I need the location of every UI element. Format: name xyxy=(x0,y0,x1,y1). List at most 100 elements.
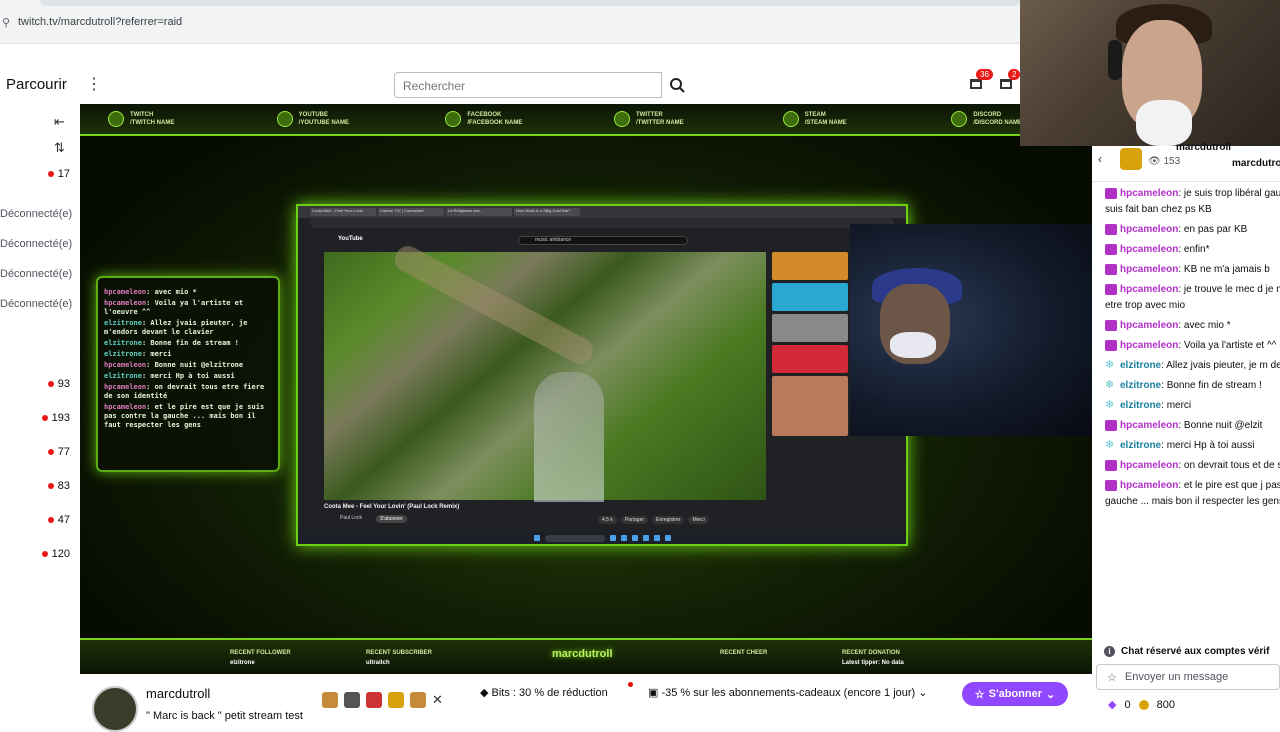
collapse-rail-icon[interactable]: ⇤ xyxy=(54,114,65,130)
captured-video-frame xyxy=(324,241,766,502)
snowflake-badge-icon: ❄ xyxy=(1105,398,1115,411)
recent-subscriber: RECENT SUBSCRIBER ultraitch xyxy=(366,650,433,666)
rail-channel-offline[interactable]: Déconnecté(e) xyxy=(0,298,78,310)
badge-icon xyxy=(1105,187,1117,199)
stream-title: " Marc is back " petit stream test xyxy=(146,710,303,722)
overlay-chat-line: hpcameleon: avec mio * xyxy=(104,288,197,296)
back-chevron-icon[interactable]: ‹ xyxy=(1098,152,1102,166)
captured-recommendations xyxy=(772,252,848,439)
rail-channel-offline[interactable]: Déconnecté(e) xyxy=(0,208,78,220)
trail-shape xyxy=(390,241,598,369)
gift-subs-promo-button[interactable]: ▣ -35 % sur les abonnements-cadeaux (enc… xyxy=(648,686,927,699)
channel-points[interactable]: ◆ 0 800 xyxy=(1108,698,1175,712)
points-coin-icon xyxy=(1138,699,1149,710)
chat-message: ❄ elzitrone: Allez jvais pieuter, je m de… xyxy=(1105,358,1280,371)
mask-shape xyxy=(890,332,936,358)
overlay-social: TWITTER/TWITTER NAME xyxy=(586,104,755,134)
video-player[interactable]: TWITCH/TWITCH NAME YOUTUBE/YOUTUBE NAME … xyxy=(80,104,1092,674)
notifications-badge: 2 xyxy=(1008,69,1021,80)
inbox-icon xyxy=(970,79,982,89)
more-menu-icon[interactable]: ⋮ xyxy=(86,74,102,94)
badge-icon xyxy=(1105,319,1117,331)
rec-thumb xyxy=(772,376,848,436)
overlay-social: FACEBOOK/FACEBOOK NAME xyxy=(417,104,586,134)
search-button[interactable] xyxy=(663,72,691,98)
inbox-button[interactable]: 36 xyxy=(968,69,993,92)
steam-icon xyxy=(782,111,799,127)
bits-promo-button[interactable]: ◆ Bits : 30 % de réduction xyxy=(480,682,633,699)
rail-channel[interactable]: 193 xyxy=(0,412,78,424)
promo-dot-icon xyxy=(628,682,633,687)
captured-youtube-header: YouTube music ambiance xyxy=(318,234,858,248)
snowflake-badge-icon: ❄ xyxy=(1105,438,1115,451)
chat-message-list[interactable]: hpcameleon: je suis trop libéral gauche,… xyxy=(1092,182,1280,642)
overlay-socials-bar: TWITCH/TWITCH NAME YOUTUBE/YOUTUBE NAME … xyxy=(80,104,1092,136)
streamer-webcam xyxy=(1020,0,1280,146)
facebook-icon xyxy=(445,111,462,127)
chat-badge-icon[interactable]: ☆ xyxy=(1107,671,1117,684)
twitch-top-nav: Parcourir ⋮ Rechercher 36 2 xyxy=(0,66,1021,104)
youtube-logo: YouTube xyxy=(338,236,363,242)
guest-webcam xyxy=(850,224,1092,436)
live-dot-icon xyxy=(47,517,54,523)
emote[interactable] xyxy=(410,692,426,708)
captured-taskbar xyxy=(298,532,906,544)
badge-icon xyxy=(1105,339,1117,351)
close-icon[interactable]: ✕ xyxy=(432,692,443,708)
rail-channel[interactable]: 83 xyxy=(0,480,78,492)
chat-message: ❄ elzitrone: merci Hp à toi aussi xyxy=(1105,438,1255,451)
chat-message: hpcameleon: avec mio * xyxy=(1105,318,1280,334)
emote[interactable] xyxy=(388,692,404,708)
overlay-social: TWITCH/TWITCH NAME xyxy=(80,104,249,134)
badge-icon xyxy=(1105,263,1117,275)
search-input[interactable]: Rechercher xyxy=(394,72,662,98)
rail-channel-offline[interactable]: Déconnecté(e) xyxy=(0,238,78,250)
site-info-icon[interactable]: ⚲ xyxy=(2,16,10,29)
snowflake-badge-icon: ❄ xyxy=(1105,378,1115,391)
captured-tab: How Much is a 9Big Gold Bar? xyxy=(514,208,580,216)
sort-icon[interactable]: ⇅ xyxy=(54,140,65,156)
overlay-chat-line: hpcameleon: Bonne nuit @elzitrone xyxy=(104,361,244,369)
channel-name[interactable]: marcdutroll xyxy=(146,686,210,701)
emote[interactable] xyxy=(322,692,338,708)
rail-channel[interactable]: 77 xyxy=(0,446,78,458)
rail-channel[interactable]: 120 xyxy=(0,548,78,560)
subscribe-button[interactable]: ☆ S'abonner ⌄ xyxy=(962,682,1068,706)
emote[interactable] xyxy=(344,692,360,708)
overlay-chat-line: hpcameleon: Voila ya l'artiste et l'oeuv… xyxy=(104,299,244,316)
overlay-chat-line: elzitrone: merci Hp à toi aussi xyxy=(104,372,235,380)
live-dot-icon xyxy=(47,449,54,455)
badge-icon xyxy=(1105,479,1117,491)
twitter-icon xyxy=(614,111,631,127)
gift-leaderboard-icon[interactable] xyxy=(1120,148,1142,170)
avatar[interactable] xyxy=(92,686,138,732)
chat-mode-notice: i Chat réservé aux comptes vérif xyxy=(1092,642,1280,660)
rail-channel-offline[interactable]: Déconnecté(e) xyxy=(0,268,78,280)
leaderboard-name: marcdutroll xyxy=(1232,158,1280,169)
chat-message: hpcameleon: je suis trop libéral gauche,… xyxy=(1105,187,1280,215)
chat-header: ‹ marcdutroll 👁 153 marcdutroll xyxy=(1092,142,1280,182)
waterfall-shape xyxy=(534,372,604,502)
overlay-social: STEAM/STEAM NAME xyxy=(755,104,924,134)
captured-tab: La Religieuse aux ... xyxy=(446,208,512,216)
rail-channel[interactable]: 17 xyxy=(0,168,78,180)
chat-message: hpcameleon: en pas par KB xyxy=(1105,222,1280,238)
inbox-badge: 36 xyxy=(976,69,993,80)
rail-channel[interactable]: 47 xyxy=(0,514,78,526)
rail-channel[interactable]: 93 xyxy=(0,378,78,390)
badge-icon xyxy=(1105,459,1117,471)
tab-strip xyxy=(40,0,1020,6)
chat-message: ❄ elzitrone: merci xyxy=(1105,398,1192,411)
badge-icon xyxy=(1105,419,1117,431)
rec-thumb xyxy=(772,314,848,342)
rec-thumb xyxy=(772,345,848,373)
chat-message: hpcameleon: KB ne m'a jamais b xyxy=(1105,262,1280,278)
bits-icon: ◆ xyxy=(1108,699,1117,711)
emote[interactable] xyxy=(366,692,382,708)
url-text[interactable]: twitch.tv/marcdutroll?referrer=raid xyxy=(18,16,182,28)
recent-follower: RECENT FOLLOWER elzitrone xyxy=(230,650,291,666)
twitch-icon xyxy=(108,111,124,127)
notifications-button[interactable]: 2 xyxy=(998,69,1021,92)
chat-input[interactable]: ☆ Envoyer un message xyxy=(1096,664,1280,690)
browse-link[interactable]: Parcourir xyxy=(6,76,67,93)
